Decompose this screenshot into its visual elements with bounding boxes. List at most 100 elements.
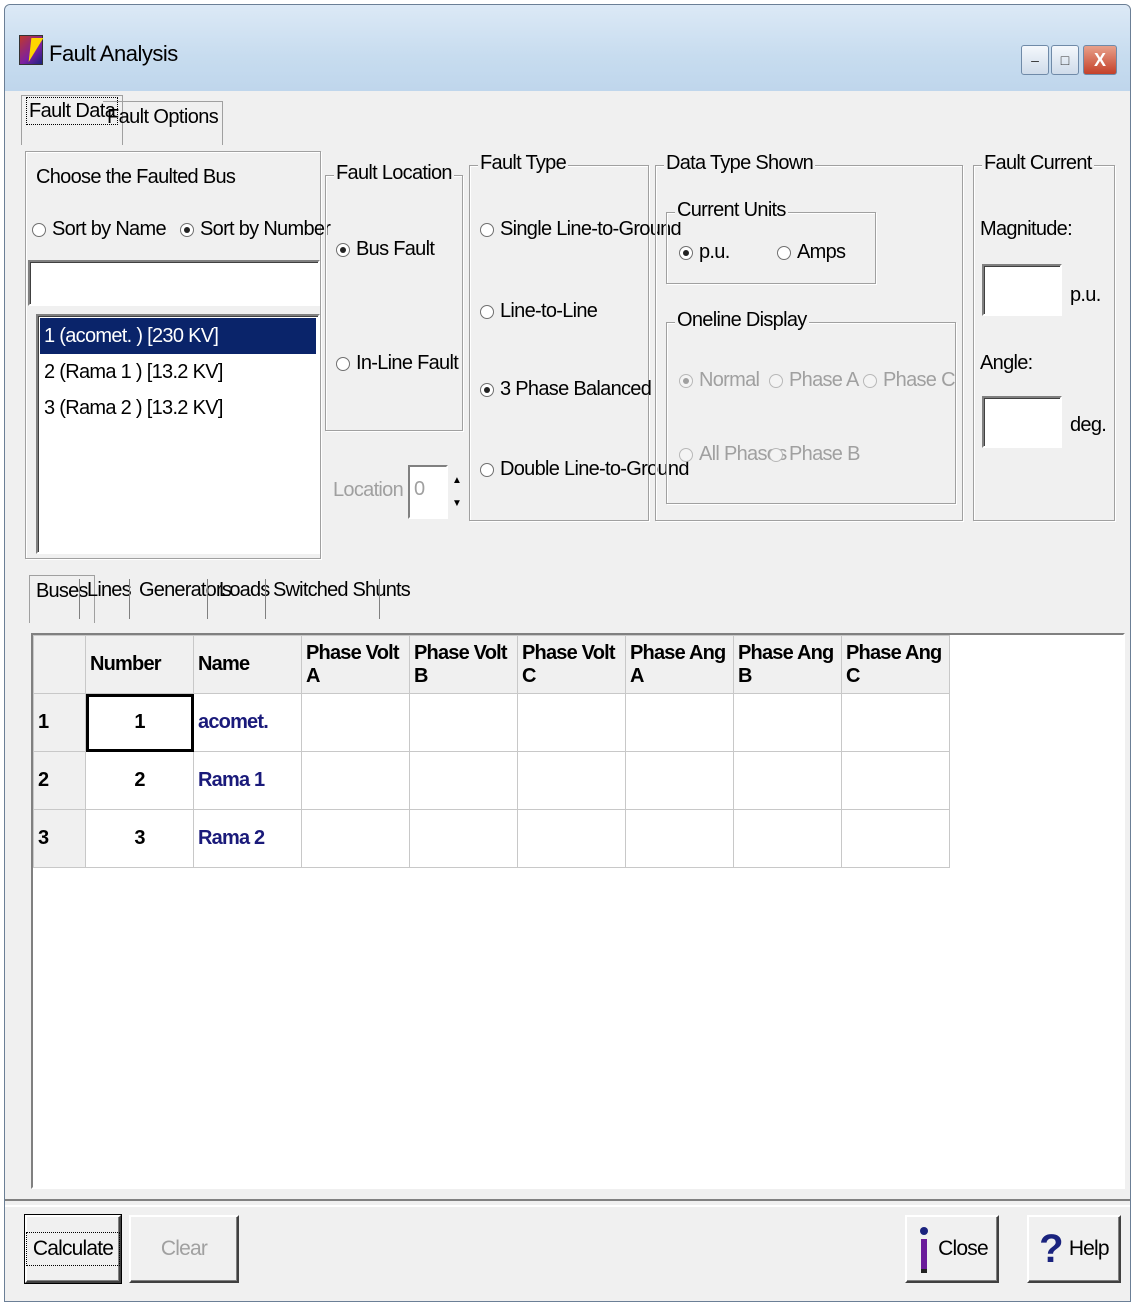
title-bar[interactable]: Fault Analysis – □ X xyxy=(5,5,1130,91)
close-button[interactable]: Close xyxy=(905,1215,999,1283)
column-header[interactable]: Phase Volt A xyxy=(301,635,410,694)
value-cell[interactable] xyxy=(625,693,734,752)
display-phase-c-radio[interactable]: Phase C xyxy=(863,369,956,392)
close-button-label: Close xyxy=(938,1237,988,1260)
location-percent-spinner[interactable]: 0 ▲ ▼ xyxy=(408,465,466,519)
value-cell[interactable] xyxy=(841,809,950,868)
data-type-group: Data Type Shown Current Units p.u. Amps … xyxy=(655,152,963,521)
number-cell[interactable]: 3 xyxy=(85,809,194,868)
value-cell[interactable] xyxy=(409,693,518,752)
minimize-button[interactable]: – xyxy=(1021,45,1049,75)
fault-location-group: Fault Location Bus Fault In-Line Fault xyxy=(325,162,463,431)
row-header[interactable]: 1 xyxy=(33,693,86,752)
bus-chooser-title: Choose the Faulted Bus xyxy=(36,166,236,188)
value-cell[interactable] xyxy=(733,693,842,752)
radio-circle xyxy=(480,304,494,319)
display-phase-a-radio[interactable]: Phase A xyxy=(769,369,859,392)
display-phase-a-label: Phase A xyxy=(789,369,859,391)
bottom-separator xyxy=(5,1199,1130,1207)
angle-field[interactable] xyxy=(982,396,1062,448)
current-units-group: Current Units p.u. Amps xyxy=(666,199,876,284)
bus-results-grid[interactable]: Number Name Phase Volt A Phase Volt B Ph… xyxy=(31,633,1125,1189)
name-cell[interactable]: acomet. xyxy=(193,693,302,752)
value-cell[interactable] xyxy=(301,751,410,810)
location-percent-input[interactable]: 0 xyxy=(408,465,448,519)
units-amps-label: Amps xyxy=(797,241,846,263)
bus-list-item[interactable]: 2 (Rama 1 ) [13.2 KV] xyxy=(40,354,316,390)
single-line-to-ground-label: Single Line-to-Ground xyxy=(500,218,682,240)
value-cell[interactable] xyxy=(517,809,626,868)
calculate-button[interactable]: Calculate xyxy=(24,1214,122,1284)
current-units-title: Current Units xyxy=(675,199,788,222)
inline-fault-radio[interactable]: In-Line Fault xyxy=(336,352,459,375)
value-cell[interactable] xyxy=(409,809,518,868)
column-header[interactable]: Phase Ang A xyxy=(625,635,734,694)
row-header[interactable]: 3 xyxy=(33,809,86,868)
column-header[interactable]: Number xyxy=(85,635,194,694)
bus-list[interactable]: 1 (acomet. ) [230 KV] 2 (Rama 1 ) [13.2 … xyxy=(36,314,320,554)
fault-current-title: Fault Current xyxy=(982,152,1094,175)
bus-list-item[interactable]: 1 (acomet. ) [230 KV] xyxy=(40,318,316,354)
fault-type-group: Fault Type Single Line-to-Ground Line-to… xyxy=(469,152,689,521)
value-cell[interactable] xyxy=(625,751,734,810)
magnitude-label: Magnitude: xyxy=(980,218,1073,240)
table-row[interactable]: 1 1 acomet. xyxy=(33,693,950,752)
bus-fault-radio[interactable]: Bus Fault xyxy=(336,238,435,261)
fault-type-title: Fault Type xyxy=(478,152,569,175)
name-cell[interactable]: Rama 2 xyxy=(193,809,302,868)
help-button[interactable]: ? Help xyxy=(1027,1215,1121,1283)
number-cell[interactable]: 2 xyxy=(85,751,194,810)
angle-unit: deg. xyxy=(1070,414,1107,436)
row-header[interactable]: 2 xyxy=(33,751,86,810)
app-lightning-icon xyxy=(19,35,43,65)
table-row[interactable]: 2 2 Rama 1 xyxy=(33,751,950,810)
sort-by-number-radio[interactable]: Sort by Number xyxy=(180,218,331,241)
column-header[interactable]: Phase Ang B xyxy=(733,635,842,694)
sort-by-name-radio[interactable]: Sort by Name xyxy=(32,218,167,241)
oneline-display-group: Oneline Display Normal Phase A Phase C A… xyxy=(666,309,956,504)
column-header[interactable]: Phase Volt B xyxy=(409,635,518,694)
table-row[interactable]: 3 3 Rama 2 xyxy=(33,809,950,868)
units-pu-radio[interactable]: p.u. xyxy=(679,241,730,264)
three-phase-balanced-radio[interactable]: 3 Phase Balanced xyxy=(480,378,652,401)
maximize-button[interactable]: □ xyxy=(1051,45,1079,75)
radio-circle xyxy=(180,222,194,237)
column-header[interactable]: Name xyxy=(193,635,302,694)
value-cell[interactable] xyxy=(733,809,842,868)
display-phase-b-radio[interactable]: Phase B xyxy=(769,443,860,466)
tab-fault-options[interactable]: Fault Options xyxy=(103,101,224,145)
spinner-arrows[interactable]: ▲ ▼ xyxy=(448,469,466,515)
column-header[interactable]: Phase Ang C xyxy=(841,635,950,694)
spin-down-icon[interactable]: ▼ xyxy=(448,492,466,515)
display-normal-radio[interactable]: Normal xyxy=(679,369,760,392)
name-cell[interactable]: Rama 1 xyxy=(193,751,302,810)
value-cell[interactable] xyxy=(841,693,950,752)
value-cell[interactable] xyxy=(625,809,734,868)
spin-up-icon[interactable]: ▲ xyxy=(448,469,466,492)
radio-circle xyxy=(336,356,350,371)
bus-fault-label: Bus Fault xyxy=(356,238,435,260)
radio-circle xyxy=(769,373,783,388)
value-cell[interactable] xyxy=(409,751,518,810)
column-header[interactable]: Phase Volt C xyxy=(517,635,626,694)
value-cell[interactable] xyxy=(841,751,950,810)
value-cell[interactable] xyxy=(301,809,410,868)
bus-list-item[interactable]: 3 (Rama 2 ) [13.2 KV] xyxy=(40,390,316,426)
calculate-button-label: Calculate xyxy=(25,1232,121,1266)
number-cell[interactable]: 1 xyxy=(85,693,194,752)
magnitude-field[interactable] xyxy=(982,264,1062,316)
single-line-to-ground-radio[interactable]: Single Line-to-Ground xyxy=(480,218,682,241)
tab-switched-shunts[interactable]: Switched Shunts xyxy=(267,575,416,623)
value-cell[interactable] xyxy=(517,693,626,752)
close-window-button[interactable]: X xyxy=(1083,45,1117,75)
bus-search-input[interactable] xyxy=(28,260,320,306)
line-to-line-radio[interactable]: Line-to-Line xyxy=(480,300,598,323)
units-amps-radio[interactable]: Amps xyxy=(777,241,846,264)
window-title: Fault Analysis xyxy=(49,41,178,66)
clear-button[interactable]: Clear xyxy=(129,1215,239,1283)
radio-circle xyxy=(480,382,494,397)
value-cell[interactable] xyxy=(733,751,842,810)
value-cell[interactable] xyxy=(517,751,626,810)
radio-circle xyxy=(480,222,494,237)
value-cell[interactable] xyxy=(301,693,410,752)
